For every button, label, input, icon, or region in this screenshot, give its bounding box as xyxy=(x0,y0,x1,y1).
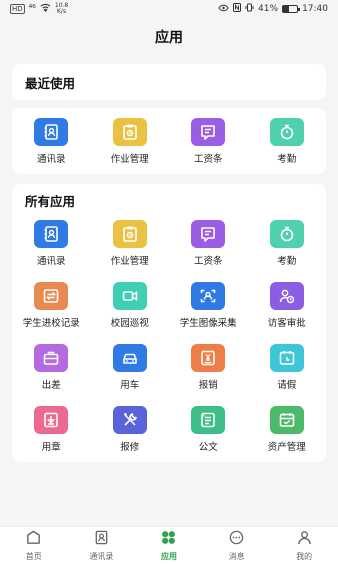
app-assignment[interactable]: 作业管理 xyxy=(91,117,170,165)
tab-label: 首页 xyxy=(25,552,42,561)
contacts-tab-icon xyxy=(93,529,110,550)
video-camera-icon xyxy=(112,281,147,310)
entry-exit-icon xyxy=(34,281,69,310)
recent-apps-grid: 通讯录 作业管理 工资条 考勤 xyxy=(12,108,326,174)
app-label: 工资条 xyxy=(193,153,223,165)
app-face-scan[interactable]: 学生图像采集 xyxy=(169,274,248,336)
assignment-icon xyxy=(112,219,147,248)
app-label: 通讯录 xyxy=(36,153,66,165)
title-bar: 应用 xyxy=(0,18,338,56)
app-car[interactable]: 用车 xyxy=(91,336,170,398)
all-apps-section-title: 所有应用 xyxy=(25,194,76,209)
tab-label: 我的 xyxy=(296,552,313,561)
tab-label: 通讯录 xyxy=(89,552,114,561)
stopwatch-icon xyxy=(269,219,304,248)
app-tools[interactable]: 报修 xyxy=(91,398,170,460)
app-label: 请假 xyxy=(277,379,297,391)
app-label: 考勤 xyxy=(277,153,297,165)
app-contact-book[interactable]: 通讯录 xyxy=(12,212,91,274)
app-contact-book[interactable]: 通讯录 xyxy=(12,117,91,165)
clock: 17:40 xyxy=(302,4,328,14)
home-icon xyxy=(25,529,42,550)
app-stopwatch[interactable]: 考勤 xyxy=(248,212,327,274)
tab-label: 应用 xyxy=(160,552,177,561)
app-label: 学生进校记录 xyxy=(22,317,80,329)
app-stamp[interactable]: 用章 xyxy=(12,398,91,460)
tab-home[interactable]: 首页 xyxy=(0,527,68,564)
all-apps-card: 所有应用 通讯录 作业管理 工资条 考勤 学生进校记录 校园巡视 学生图像采集 访客审批 出差用… xyxy=(12,184,326,462)
app-leave-calendar[interactable]: 请假 xyxy=(248,336,327,398)
bottom-tab-bar: 首页 通讯录 应用 消息 我的 xyxy=(0,526,338,564)
car-icon xyxy=(112,343,147,372)
salary-slip-icon xyxy=(191,219,226,248)
visitor-icon xyxy=(269,281,304,310)
eye-icon xyxy=(218,4,229,15)
tab-profile[interactable]: 我的 xyxy=(270,527,338,564)
app-label: 报修 xyxy=(120,441,140,453)
app-label: 考勤 xyxy=(277,255,297,267)
app-visitor[interactable]: 访客审批 xyxy=(248,274,327,336)
app-label: 公文 xyxy=(198,441,218,453)
tab-apps-grid[interactable]: 应用 xyxy=(135,527,203,564)
tab-contacts-tab[interactable]: 通讯录 xyxy=(68,527,136,564)
app-label: 校园巡视 xyxy=(110,317,149,329)
app-assignment[interactable]: 作业管理 xyxy=(91,212,170,274)
app-video-camera[interactable]: 校园巡视 xyxy=(91,274,170,336)
assignment-icon xyxy=(112,117,147,146)
app-label: 出差 xyxy=(41,379,61,391)
salary-slip-icon xyxy=(191,117,226,146)
asset-calendar-icon xyxy=(269,405,304,434)
app-salary-slip[interactable]: 工资条 xyxy=(169,212,248,274)
reimburse-icon xyxy=(191,343,226,372)
stamp-icon xyxy=(34,405,69,434)
document-icon xyxy=(191,405,226,434)
app-document[interactable]: 公文 xyxy=(169,398,248,460)
contact-book-icon xyxy=(34,219,69,248)
app-label: 作业管理 xyxy=(110,255,149,267)
vibrate-icon xyxy=(245,3,254,15)
app-label: 用车 xyxy=(120,379,140,391)
network-speed: 10.8 K/s xyxy=(55,3,68,15)
app-stopwatch[interactable]: 考勤 xyxy=(248,117,327,165)
app-reimburse[interactable]: 报销 xyxy=(169,336,248,398)
app-salary-slip[interactable]: 工资条 xyxy=(169,117,248,165)
app-briefcase[interactable]: 出差 xyxy=(12,336,91,398)
contact-book-icon xyxy=(34,117,69,146)
tab-message[interactable]: 消息 xyxy=(203,527,271,564)
signal-indicator: ⁴⁶ xyxy=(28,4,36,14)
network-speed-unit: K/s xyxy=(57,8,67,15)
app-label: 学生图像采集 xyxy=(179,317,237,329)
profile-icon xyxy=(296,529,313,550)
briefcase-icon xyxy=(34,343,69,372)
app-label: 访客审批 xyxy=(267,317,306,329)
network-type-badge: HD xyxy=(10,4,25,14)
battery-percent: 41% xyxy=(258,4,279,14)
leave-calendar-icon xyxy=(269,343,304,372)
app-label: 工资条 xyxy=(193,255,223,267)
tab-label: 消息 xyxy=(228,552,245,561)
tools-icon xyxy=(112,405,147,434)
app-label: 作业管理 xyxy=(110,153,149,165)
app-label: 资产管理 xyxy=(267,441,306,453)
app-asset-calendar[interactable]: 资产管理 xyxy=(248,398,327,460)
app-entry-exit[interactable]: 学生进校记录 xyxy=(12,274,91,336)
app-label: 报销 xyxy=(198,379,218,391)
all-apps-grid: 通讯录 作业管理 工资条 考勤学生进校记录 校园巡视 学生图像采集 访客审批出差 用车 报销 请假… xyxy=(12,212,326,460)
wifi-icon xyxy=(40,3,51,15)
face-scan-icon xyxy=(191,281,226,310)
nfc-icon xyxy=(233,3,242,15)
recent-section-title: 最近使用 xyxy=(25,75,76,91)
status-bar: HD ⁴⁶ 10.8 K/s 41% 17:40 xyxy=(0,0,338,18)
message-icon xyxy=(228,529,245,550)
app-label: 用章 xyxy=(41,441,61,453)
recent-section-header: 最近使用 xyxy=(12,64,326,100)
stopwatch-icon xyxy=(269,117,304,146)
page-title: 应用 xyxy=(155,30,183,46)
apps-grid-icon xyxy=(160,529,177,550)
app-label: 通讯录 xyxy=(36,255,66,267)
battery-icon xyxy=(282,5,301,13)
